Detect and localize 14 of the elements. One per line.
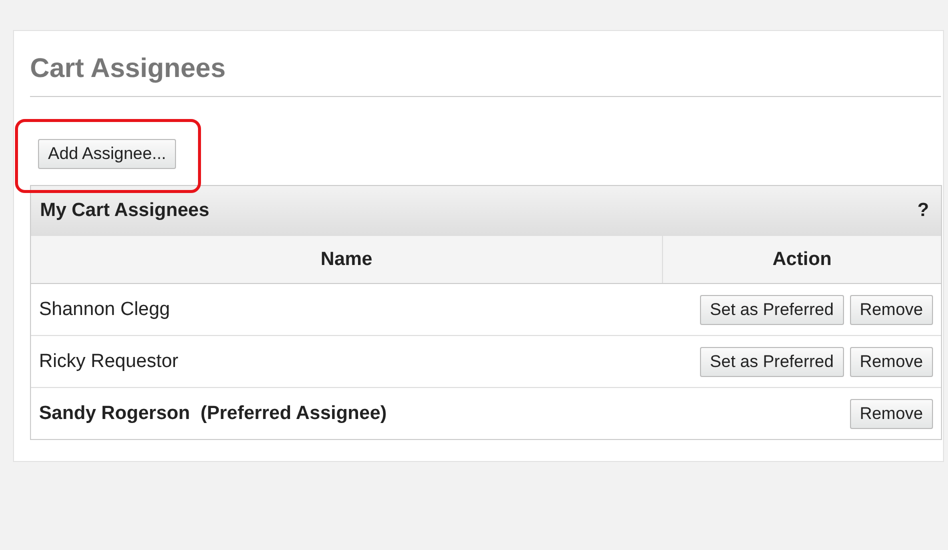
action-button[interactable]: Set as Preferred bbox=[700, 346, 844, 376]
action-button[interactable]: Remove bbox=[850, 398, 933, 428]
help-link[interactable]: ? bbox=[917, 200, 929, 222]
name-cell: Shannon Clegg bbox=[39, 298, 170, 320]
column-header: Name bbox=[31, 236, 663, 283]
column-header: Action bbox=[771, 248, 833, 272]
action-button[interactable]: Remove bbox=[850, 346, 933, 376]
add-assignee-button[interactable]: Add Assignee... bbox=[38, 139, 176, 169]
name-cell: Sandy Rogerson (Preferred Assignee) bbox=[39, 402, 387, 424]
action-button[interactable]: Set as Preferred bbox=[700, 294, 844, 324]
page-title: Cart Assignees bbox=[30, 53, 941, 97]
table-title: My Cart Assignees bbox=[40, 200, 210, 222]
name-cell: Ricky Requestor bbox=[39, 350, 178, 372]
action-button[interactable]: Remove bbox=[850, 294, 933, 324]
